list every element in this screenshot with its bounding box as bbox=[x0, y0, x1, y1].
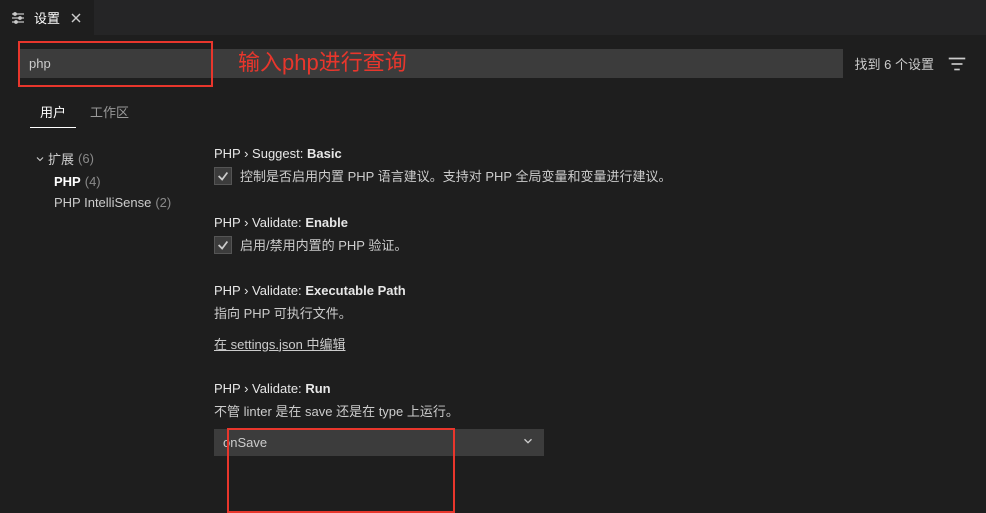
checkbox[interactable] bbox=[214, 167, 232, 185]
search-row: 输入php进行查询 找到 6 个设置 bbox=[18, 49, 968, 78]
tree-label: PHP bbox=[54, 174, 81, 189]
setting-title: PHP › Suggest: Basic bbox=[214, 146, 948, 161]
tree-item-php-intellisense[interactable]: PHP IntelliSense (2) bbox=[32, 192, 214, 213]
checkbox[interactable] bbox=[214, 236, 232, 254]
tree-root-extensions[interactable]: 扩展 (6) bbox=[32, 146, 214, 171]
setting-php-validate-enable: PHP › Validate: Enable 启用/禁用内置的 PHP 验证。 bbox=[214, 215, 948, 256]
tab-settings[interactable]: 设置 bbox=[0, 0, 95, 35]
tab-bar: 设置 bbox=[0, 0, 986, 35]
setting-description: 不管 linter 是在 save 还是在 type 上运行。 bbox=[214, 402, 948, 422]
select-value: onSave bbox=[223, 435, 267, 450]
chevron-down-icon bbox=[521, 434, 535, 451]
close-icon[interactable] bbox=[68, 10, 84, 26]
tree-count: (2) bbox=[155, 195, 171, 210]
tree-count: (4) bbox=[85, 174, 101, 189]
results-count: 找到 6 个设置 bbox=[855, 54, 934, 73]
settings-icon bbox=[10, 10, 26, 26]
edit-in-settings-json-link[interactable]: 在 settings.json 中编辑 bbox=[214, 334, 346, 353]
tree-count: (6) bbox=[78, 151, 94, 166]
settings-list: PHP › Suggest: Basic 控制是否启用内置 PHP 语言建议。支… bbox=[214, 146, 968, 484]
filter-icon[interactable] bbox=[946, 53, 968, 75]
scope-tabs: 用户 工作区 bbox=[18, 96, 968, 128]
setting-php-validate-executable-path: PHP › Validate: Executable Path 指向 PHP 可… bbox=[214, 283, 948, 353]
scope-tab-user[interactable]: 用户 bbox=[30, 96, 76, 128]
scope-tab-workspace[interactable]: 工作区 bbox=[80, 96, 139, 128]
setting-title: PHP › Validate: Run bbox=[214, 381, 948, 396]
tree-label: 扩展 bbox=[48, 149, 74, 168]
setting-php-suggest-basic: PHP › Suggest: Basic 控制是否启用内置 PHP 语言建议。支… bbox=[214, 146, 948, 187]
setting-php-validate-run: PHP › Validate: Run 不管 linter 是在 save 还是… bbox=[214, 381, 948, 457]
setting-description: 指向 PHP 可执行文件。 bbox=[214, 304, 948, 324]
select-run[interactable]: onSave bbox=[214, 429, 544, 456]
search-input[interactable] bbox=[18, 49, 843, 78]
chevron-down-icon bbox=[32, 153, 48, 165]
tree-label: PHP IntelliSense bbox=[54, 195, 151, 210]
setting-title: PHP › Validate: Enable bbox=[214, 215, 948, 230]
tree-item-php[interactable]: PHP (4) bbox=[32, 171, 214, 192]
setting-description: 启用/禁用内置的 PHP 验证。 bbox=[240, 236, 407, 256]
settings-tree: 扩展 (6) PHP (4) PHP IntelliSense (2) bbox=[18, 146, 214, 484]
tab-label: 设置 bbox=[34, 8, 60, 27]
setting-description: 控制是否启用内置 PHP 语言建议。支持对 PHP 全局变量和变量进行建议。 bbox=[240, 167, 671, 187]
setting-title: PHP › Validate: Executable Path bbox=[214, 283, 948, 298]
